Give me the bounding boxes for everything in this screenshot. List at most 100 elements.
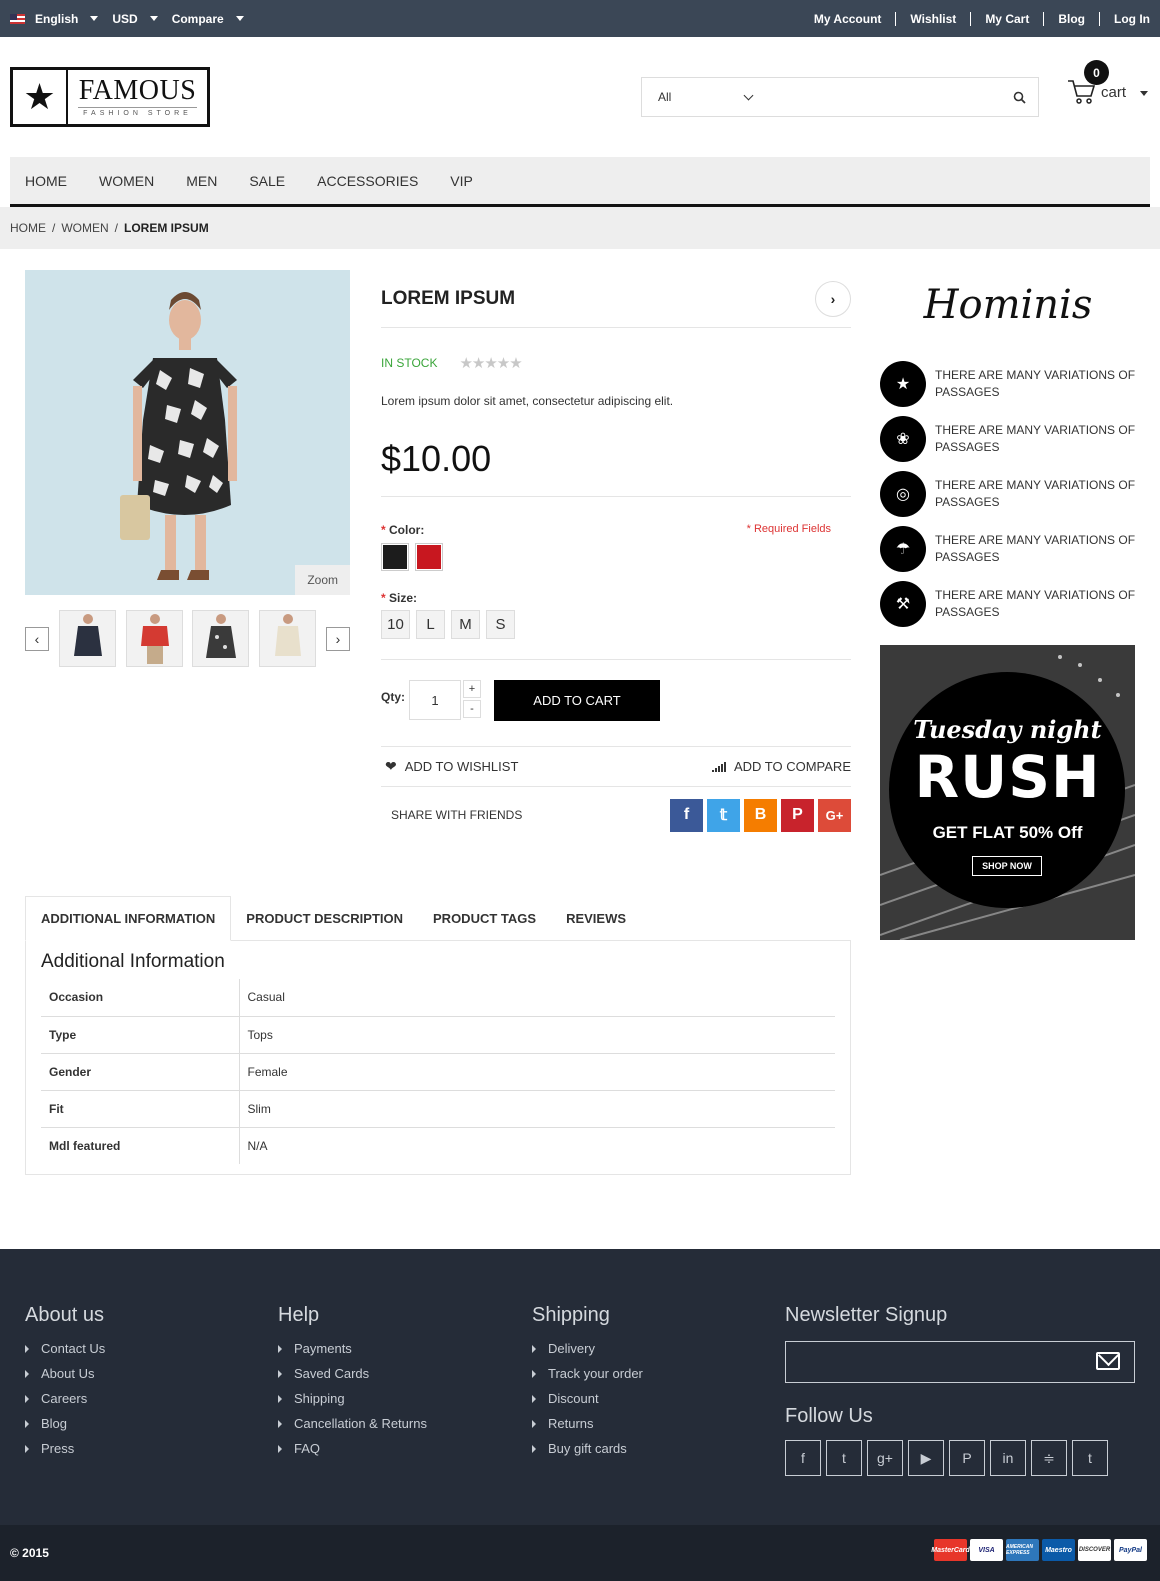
facebook-icon[interactable]: f — [785, 1440, 821, 1476]
blogger-share-button[interactable]: B — [744, 798, 777, 832]
footer-link[interactable]: Blog — [25, 1416, 105, 1431]
pinterest-share-button[interactable]: P — [781, 798, 814, 832]
newsletter-email-input[interactable] — [785, 1341, 1135, 1383]
breadcrumb-current: LOREM IPSUM — [124, 221, 209, 235]
footer-link[interactable]: Saved Cards — [278, 1366, 427, 1381]
tab-product-description[interactable]: PRODUCT DESCRIPTION — [231, 896, 418, 941]
footer-link[interactable]: Shipping — [278, 1391, 427, 1406]
currency-selector[interactable]: USD — [112, 12, 158, 26]
size-option[interactable]: 10 — [381, 610, 410, 639]
color-swatch-black[interactable] — [381, 543, 409, 571]
breadcrumb-home[interactable]: HOME — [10, 221, 46, 235]
footer-shipping: Shipping Delivery Track your order Disco… — [532, 1304, 643, 1466]
youtube-icon[interactable]: ▶ — [908, 1440, 944, 1476]
nav-home[interactable]: HOME — [25, 173, 67, 189]
feature-text: THERE ARE MANY VARIATIONS OF PASSAGES — [935, 587, 1136, 619]
model-photo — [25, 270, 350, 595]
search-category-select[interactable]: All — [642, 90, 762, 104]
banner-line2: RUSH — [914, 743, 1101, 811]
footer-link[interactable]: Delivery — [532, 1341, 643, 1356]
footer-link[interactable]: Contact Us — [25, 1341, 105, 1356]
tab-additional-information[interactable]: ADDITIONAL INFORMATION — [25, 896, 232, 941]
envelope-icon[interactable] — [1096, 1352, 1120, 1370]
footer-about: About us Contact Us About Us Careers Blo… — [25, 1304, 105, 1466]
us-flag-icon — [10, 13, 25, 24]
footer-link[interactable]: FAQ — [278, 1441, 427, 1456]
add-to-wishlist-link[interactable]: ❤ ADD TO WISHLIST — [381, 758, 518, 775]
product-tabs: ADDITIONAL INFORMATION PRODUCT DESCRIPTI… — [25, 896, 851, 1175]
rss-icon[interactable]: ≑ — [1031, 1440, 1067, 1476]
nav-accessories[interactable]: ACCESSORIES — [317, 173, 418, 189]
attr-name: Fit — [41, 1090, 240, 1128]
nav-sale[interactable]: SALE — [249, 173, 285, 189]
feature-item: ❀ THERE ARE MANY VARIATIONS OF PASSAGES — [880, 415, 1136, 462]
googleplus-share-button[interactable]: G+ — [818, 798, 851, 832]
short-description: Lorem ipsum dolor sit amet, consectetur … — [381, 394, 674, 408]
my-cart-link[interactable]: My Cart — [970, 11, 1043, 26]
add-to-compare-link[interactable]: ADD TO COMPARE — [711, 759, 851, 774]
add-to-cart-button[interactable]: ADD TO CART — [494, 680, 660, 721]
footer-link[interactable]: Cancellation & Returns — [278, 1416, 427, 1431]
tab-reviews[interactable]: REVIEWS — [551, 896, 641, 941]
size-option[interactable]: S — [486, 610, 515, 639]
wishlist-link[interactable]: Wishlist — [895, 11, 970, 26]
footer-heading: Newsletter Signup — [785, 1304, 948, 1326]
nav-men[interactable]: MEN — [186, 173, 217, 189]
twitter-icon[interactable]: t — [826, 1440, 862, 1476]
color-swatch-red[interactable] — [415, 543, 443, 571]
login-link[interactable]: Log In — [1099, 11, 1150, 26]
googleplus-icon[interactable]: g+ — [867, 1440, 903, 1476]
cart-widget[interactable]: 0 cart — [1067, 60, 1148, 110]
my-account-link[interactable]: My Account — [800, 12, 896, 26]
caret-down-icon — [235, 16, 244, 21]
thumbnail[interactable] — [259, 610, 317, 667]
footer-link[interactable]: Discount — [532, 1391, 643, 1406]
search-icon[interactable] — [1013, 91, 1026, 104]
product-main-image[interactable]: Zoom — [25, 270, 350, 595]
caret-down-icon — [149, 16, 158, 21]
thumbnail[interactable] — [58, 610, 116, 667]
thumb-next-button[interactable]: › — [325, 626, 350, 651]
next-product-button[interactable]: › — [815, 280, 851, 317]
compare-dropdown[interactable]: Compare — [172, 12, 244, 26]
pinterest-icon[interactable]: P — [949, 1440, 985, 1476]
thumbnail[interactable] — [125, 610, 183, 667]
target-icon: ◎ — [880, 470, 926, 517]
brand-logo-hominis[interactable]: Hominis — [880, 282, 1136, 352]
product-info: LOREM IPSUM › IN STOCK ★★★★★ Lorem ipsum… — [381, 270, 851, 843]
table-row: Type Tops — [41, 1016, 835, 1054]
tumblr-icon[interactable]: t — [1072, 1440, 1108, 1476]
footer-link[interactable]: Returns — [532, 1416, 643, 1431]
qty-input[interactable]: 1 — [409, 680, 461, 720]
search-input[interactable] — [762, 78, 1013, 116]
size-option[interactable]: M — [451, 610, 480, 639]
qty-decrease-button[interactable]: - — [463, 700, 481, 718]
shop-now-button[interactable]: SHOP NOW — [972, 856, 1042, 876]
language-selector[interactable]: English — [10, 12, 99, 26]
umbrella-icon: ☂ — [880, 525, 926, 572]
qty-increase-button[interactable]: + — [463, 680, 481, 698]
logo[interactable]: ★ FAMOUS FASHION STORE — [10, 67, 210, 127]
zoom-button[interactable]: Zoom — [295, 565, 350, 595]
linkedin-icon[interactable]: in — [990, 1440, 1026, 1476]
footer-link[interactable]: Press — [25, 1441, 105, 1456]
size-option[interactable]: L — [416, 610, 445, 639]
share-label: SHARE WITH FRIENDS — [391, 808, 523, 822]
nav-women[interactable]: WOMEN — [99, 173, 154, 189]
footer-link[interactable]: Buy gift cards — [532, 1441, 643, 1456]
banner-line3: GET FLAT 50% Off — [932, 823, 1083, 842]
pinterest-icon: P — [792, 806, 803, 823]
twitter-share-button[interactable]: 𝕥 — [707, 798, 740, 832]
facebook-share-button[interactable]: f — [670, 798, 703, 832]
breadcrumb-women[interactable]: WOMEN — [61, 221, 108, 235]
blog-link[interactable]: Blog — [1043, 11, 1099, 26]
nav-vip[interactable]: VIP — [450, 173, 473, 189]
footer-link[interactable]: Careers — [25, 1391, 105, 1406]
thumbnail[interactable] — [192, 610, 250, 667]
footer-link[interactable]: Track your order — [532, 1366, 643, 1381]
promo-banner[interactable]: Tuesday night RUSH GET FLAT 50% Off SHOP… — [880, 645, 1135, 940]
tab-product-tags[interactable]: PRODUCT TAGS — [418, 896, 551, 941]
footer-link[interactable]: Payments — [278, 1341, 427, 1356]
thumb-prev-button[interactable]: ‹ — [25, 626, 49, 651]
footer-link[interactable]: About Us — [25, 1366, 105, 1381]
